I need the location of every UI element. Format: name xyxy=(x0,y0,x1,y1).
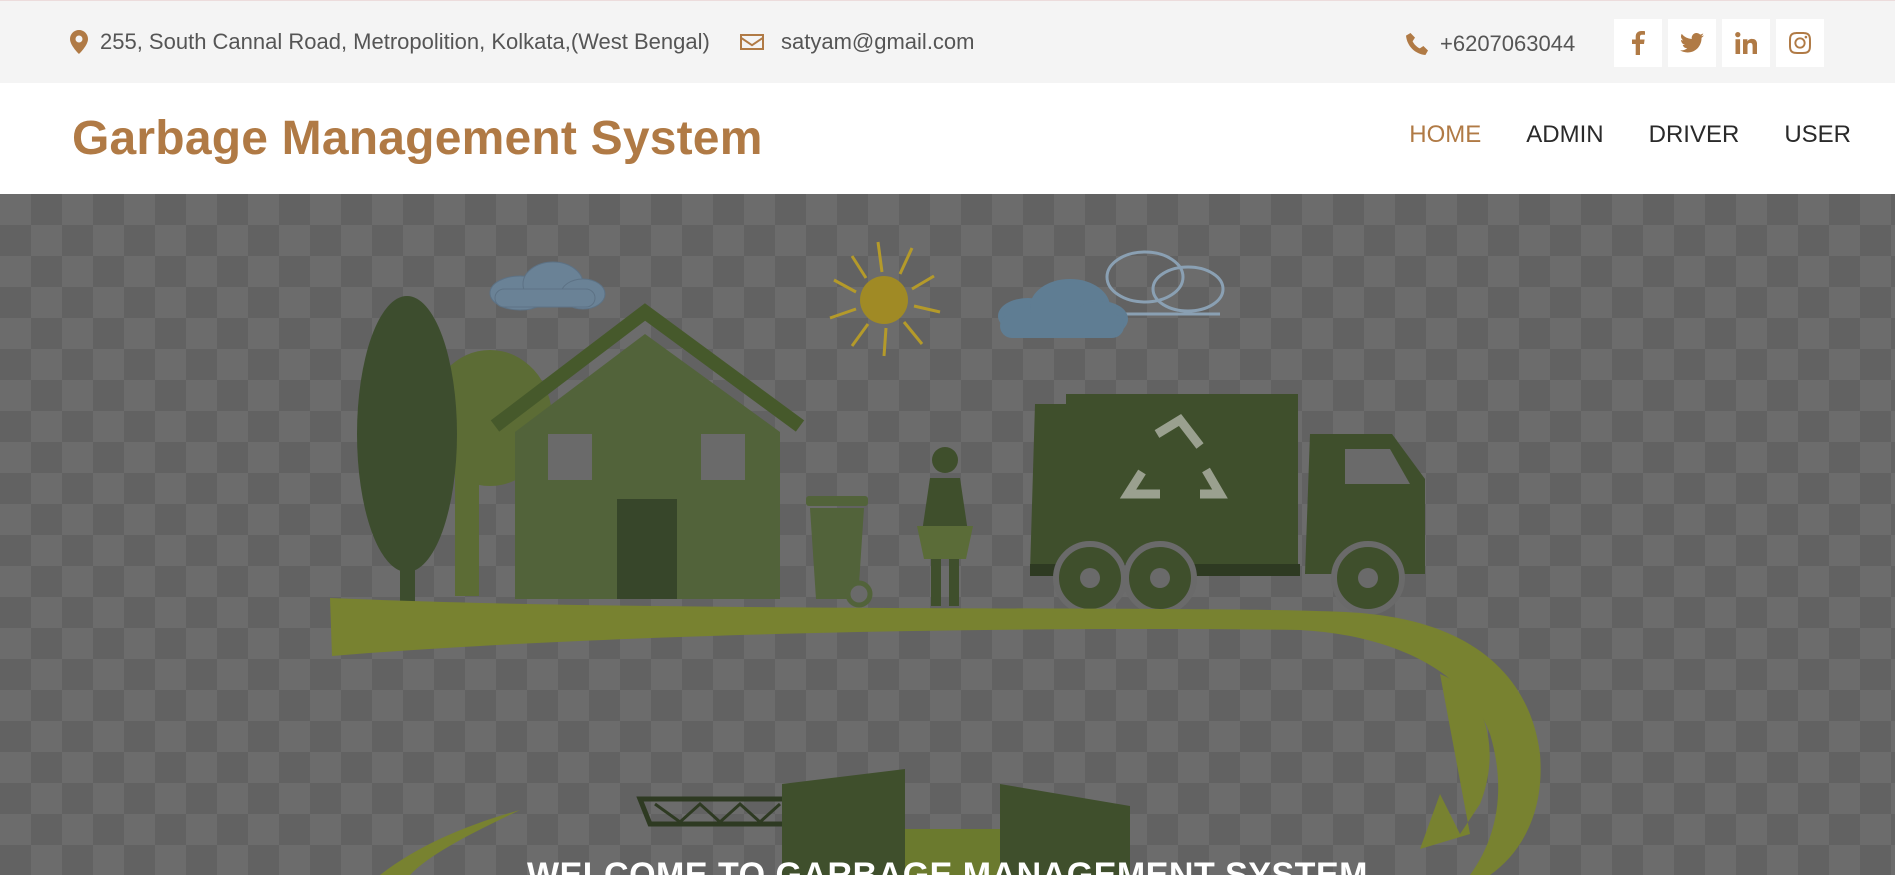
hero-title: WELCOME TO GARBAGE MANAGEMENT SYSTEM xyxy=(527,856,1368,875)
envelope-icon xyxy=(740,34,764,50)
cloud-left xyxy=(489,261,606,311)
linkedin-icon xyxy=(1735,32,1757,54)
phone-item[interactable]: +6207063044 xyxy=(1406,27,1575,61)
garbage-truck-shape xyxy=(1030,394,1425,615)
nav-driver[interactable]: DRIVER xyxy=(1649,121,1740,149)
facebook-icon xyxy=(1632,31,1645,55)
facebook-button[interactable] xyxy=(1614,19,1662,67)
address-item: 255, South Cannal Road, Metropolition, K… xyxy=(70,25,710,59)
twitter-icon xyxy=(1680,33,1704,53)
instagram-icon xyxy=(1789,32,1811,54)
email-item[interactable]: satyam@gmail.com xyxy=(740,25,975,59)
phone-icon xyxy=(1406,33,1428,55)
hero-banner: WELCOME TO GARBAGE MANAGEMENT SYSTEM xyxy=(0,194,1895,875)
phone-text[interactable]: +6207063044 xyxy=(1440,31,1575,57)
main-nav: HOME ADMIN DRIVER USER xyxy=(1409,121,1851,149)
house-shape xyxy=(490,303,805,599)
main-header: Garbage Management System HOME ADMIN DRI… xyxy=(0,83,1895,194)
hero-illustration xyxy=(330,241,1541,875)
site-brand[interactable]: Garbage Management System xyxy=(72,111,763,166)
nav-user[interactable]: USER xyxy=(1784,121,1851,149)
nav-admin[interactable]: ADMIN xyxy=(1526,121,1603,149)
top-contact-bar: 255, South Cannal Road, Metropolition, K… xyxy=(0,0,1895,83)
address-text: 255, South Cannal Road, Metropolition, K… xyxy=(100,29,710,54)
map-marker-icon xyxy=(70,30,88,54)
twitter-button[interactable] xyxy=(1668,19,1716,67)
cloud-right xyxy=(998,250,1225,338)
instagram-button[interactable] xyxy=(1776,19,1824,67)
person-shape xyxy=(917,447,973,606)
email-text[interactable]: satyam@gmail.com xyxy=(781,29,975,55)
social-links xyxy=(1614,19,1824,67)
linkedin-button[interactable] xyxy=(1722,19,1770,67)
sun-shape xyxy=(829,241,941,357)
recycle-bin-shape xyxy=(806,496,873,608)
nav-home[interactable]: HOME xyxy=(1409,121,1481,149)
